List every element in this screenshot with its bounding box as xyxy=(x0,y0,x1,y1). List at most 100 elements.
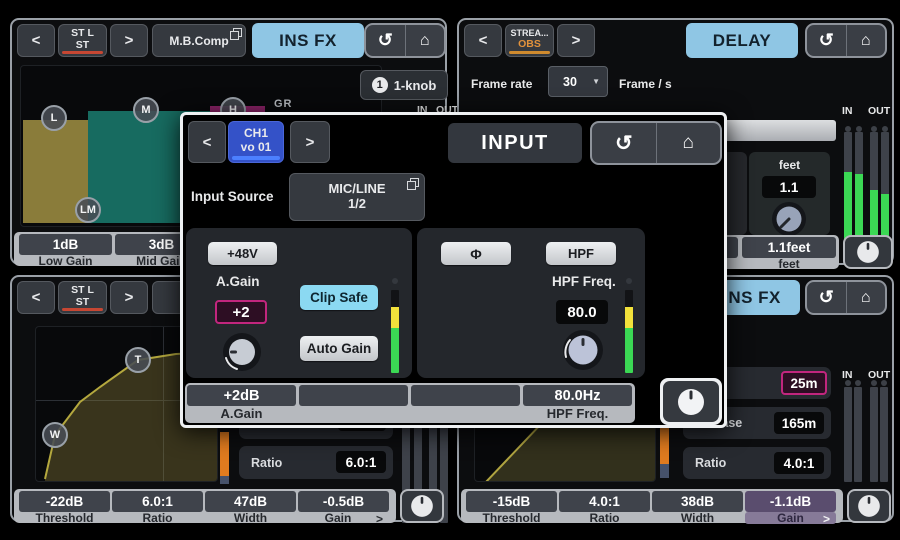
nav-group: ↺ ⌂ xyxy=(805,23,887,58)
again-label: A.Gain xyxy=(216,274,260,289)
clip-safe-button[interactable]: Clip Safe xyxy=(300,285,378,310)
parameter-bar: -15dB Threshold 4.0:1 Ratio 38dB Width -… xyxy=(461,489,843,523)
library-button[interactable]: M.B.Comp xyxy=(152,24,246,57)
feet-value[interactable]: 1.1 xyxy=(762,176,816,198)
input-source-button[interactable]: MIC/LINE 1/2 xyxy=(289,173,425,221)
undo-button[interactable]: ↺ xyxy=(592,123,656,163)
touch-knob-assign[interactable] xyxy=(400,489,444,523)
width-label: Width xyxy=(205,512,296,524)
ratio-bar-value[interactable]: 4.0:1 xyxy=(559,491,650,512)
more-params-chevron[interactable]: > xyxy=(823,512,830,526)
channel-select-button[interactable]: ST L ST xyxy=(58,281,107,314)
ratio-bar-label: Ratio xyxy=(559,512,650,524)
phantom-48v-button[interactable]: +48V xyxy=(208,242,277,265)
undo-button[interactable]: ↺ xyxy=(807,25,846,56)
next-channel-button[interactable]: > xyxy=(110,281,148,314)
one-knob-button[interactable]: 1 1-knob xyxy=(360,70,448,100)
touch-knob-assign-frame xyxy=(660,378,722,425)
auto-gain-button[interactable]: Auto Gain xyxy=(300,336,378,361)
home-button[interactable]: ⌂ xyxy=(846,25,886,56)
ratio-row: Ratio 6.0:1 xyxy=(239,446,393,479)
ratio-label: Ratio xyxy=(251,446,282,479)
ratio-value[interactable]: 4.0:1 xyxy=(774,452,824,474)
frame-rate-value: 30 xyxy=(563,75,577,89)
prev-channel-button[interactable]: < xyxy=(17,281,55,314)
bar-cell-2[interactable] xyxy=(299,385,408,406)
input-source-line2: 1/2 xyxy=(348,197,366,212)
home-icon: ⌂ xyxy=(683,132,694,154)
channel-select-button[interactable]: ST L ST xyxy=(58,24,107,57)
hpf-freq-bar-value[interactable]: 80.0Hz xyxy=(523,385,632,406)
home-button[interactable]: ⌂ xyxy=(656,123,721,163)
delay-feet-box: feet 1.1 xyxy=(749,152,830,235)
low-band-handle[interactable]: L xyxy=(41,105,67,131)
ratio-value[interactable]: 6.0:1 xyxy=(336,451,386,473)
out-meter-left xyxy=(870,387,878,482)
nav-group: ↺ ⌂ xyxy=(590,121,722,165)
ratio-bar-label: Ratio xyxy=(112,512,203,524)
more-params-chevron[interactable]: > xyxy=(376,512,383,526)
hpf-freq-bar-label: HPF Freq. xyxy=(523,408,632,420)
touch-knob-assign[interactable] xyxy=(663,381,719,422)
hpf-button[interactable]: HPF xyxy=(546,242,616,265)
copy-icon xyxy=(230,28,241,39)
width-value[interactable]: 47dB xyxy=(205,491,296,512)
one-knob-label: 1-knob xyxy=(394,78,437,93)
meter-peak-dot xyxy=(855,380,861,386)
channel-color-underline xyxy=(62,308,103,311)
again-bar-label: A.Gain xyxy=(187,408,296,420)
next-channel-button[interactable]: > xyxy=(290,121,330,163)
hpf-freq-value[interactable]: 80.0 xyxy=(556,300,608,324)
touch-knob-assign[interactable] xyxy=(847,489,891,523)
home-button[interactable]: ⌂ xyxy=(405,25,445,56)
mid-band-handle[interactable]: M xyxy=(133,97,159,123)
next-channel-button[interactable]: > xyxy=(557,24,595,57)
low-gain-value[interactable]: 1dB xyxy=(19,234,112,255)
channel-name-2: ST xyxy=(76,39,89,51)
ratio-row: Ratio 4.0:1 xyxy=(683,447,831,479)
threshold-value[interactable]: -22dB xyxy=(19,491,110,512)
gain-value-selected[interactable]: -1.1dB xyxy=(745,491,836,512)
threshold-handle[interactable]: T xyxy=(125,347,151,373)
frame-unit-label: Frame / s xyxy=(619,77,672,91)
prev-channel-button[interactable]: < xyxy=(17,24,55,57)
channel-name: STREA... xyxy=(510,28,548,38)
frame-rate-dropdown[interactable]: 30 ▼ xyxy=(548,66,608,97)
threshold-label: Threshold xyxy=(466,512,557,524)
touch-knob-assign[interactable] xyxy=(843,235,893,269)
phase-button[interactable]: Φ xyxy=(441,242,511,265)
next-channel-button[interactable]: > xyxy=(110,24,148,57)
attack-value[interactable]: 25m xyxy=(781,371,827,395)
hpf-freq-knob[interactable] xyxy=(561,328,605,372)
again-value[interactable]: +2 xyxy=(215,300,267,324)
undo-icon: ↺ xyxy=(819,287,834,308)
channel-select-button[interactable]: CH1 vo 01 xyxy=(228,121,284,163)
width-handle[interactable]: W xyxy=(42,422,68,448)
dropdown-arrow-icon: ▼ xyxy=(592,77,600,86)
delay-feet-bar-value[interactable]: 1.1feet xyxy=(742,237,836,258)
meter-out-label: OUT xyxy=(868,105,890,117)
gain-value[interactable]: -0.5dB xyxy=(298,491,389,512)
chevron-right-icon: > xyxy=(125,289,134,306)
width-value[interactable]: 38dB xyxy=(652,491,743,512)
in-meter-right xyxy=(854,387,862,482)
ratio-label: Ratio xyxy=(695,447,726,479)
release-value[interactable]: 165m xyxy=(774,412,824,434)
channel-select-button[interactable]: STREA... OBS xyxy=(505,24,554,57)
feet-knob[interactable] xyxy=(771,201,807,237)
undo-icon: ↺ xyxy=(378,30,393,51)
ratio-bar-value[interactable]: 6.0:1 xyxy=(112,491,203,512)
knob-icon xyxy=(856,493,882,519)
again-knob[interactable] xyxy=(222,332,262,372)
threshold-value[interactable]: -15dB xyxy=(466,491,557,512)
prev-channel-button[interactable]: < xyxy=(188,121,226,163)
undo-button[interactable]: ↺ xyxy=(366,25,405,56)
undo-button[interactable]: ↺ xyxy=(807,282,846,313)
meter-peak-dot xyxy=(845,380,851,386)
bar-cell-3[interactable] xyxy=(411,385,520,406)
home-button[interactable]: ⌂ xyxy=(846,282,886,313)
again-bar-value[interactable]: +2dB xyxy=(187,385,296,406)
prev-channel-button[interactable]: < xyxy=(464,24,502,57)
page-title: DELAY xyxy=(686,23,798,58)
low-mid-crossover-handle[interactable]: LM xyxy=(75,197,101,223)
